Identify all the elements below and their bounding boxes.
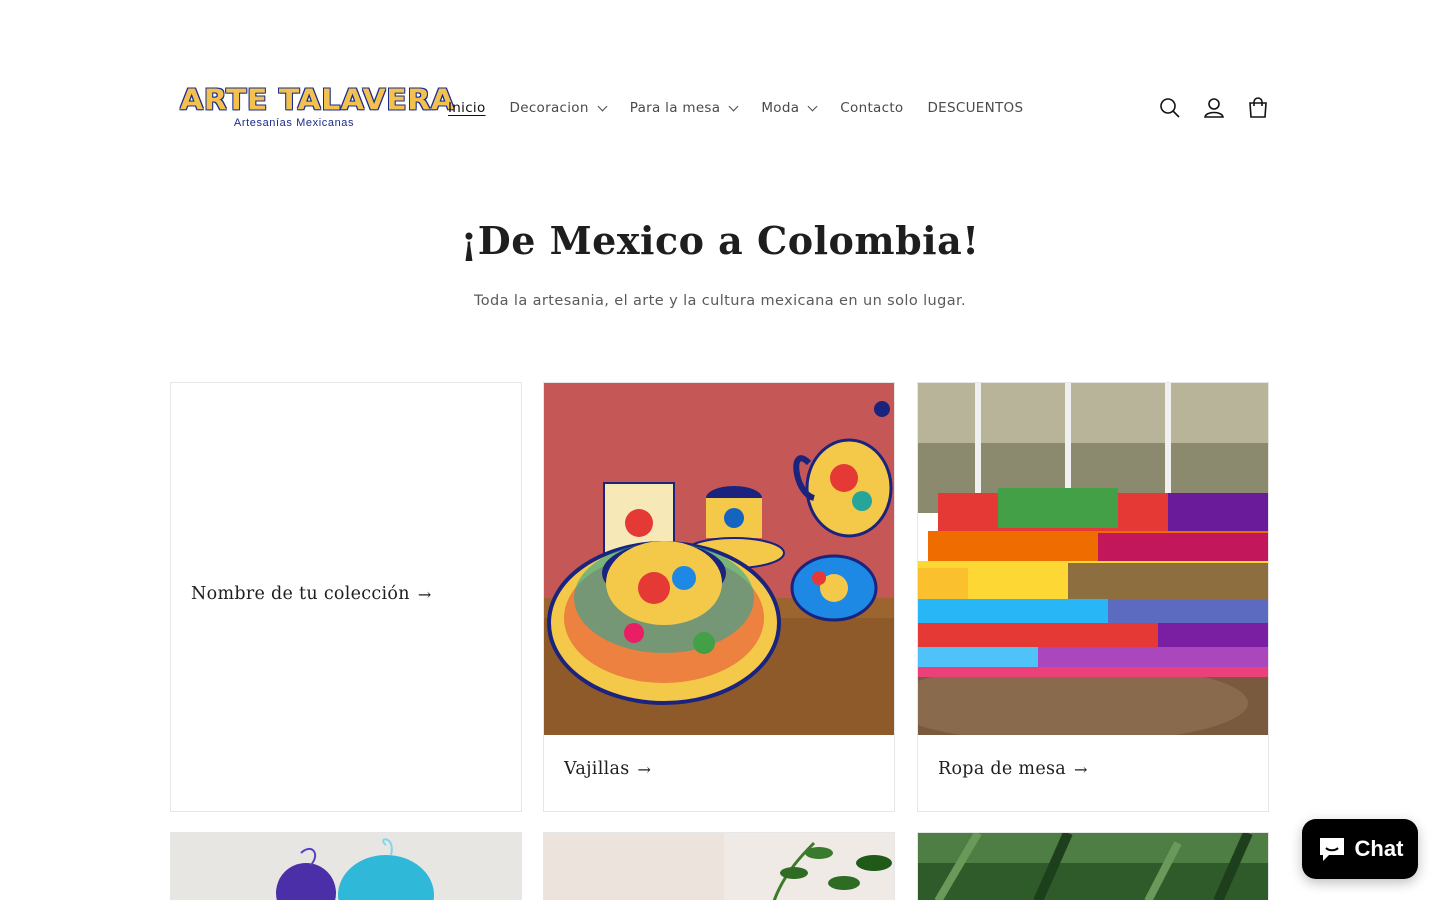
nav-label: Contacto [840,100,904,116]
chat-bubble-icon [1319,838,1344,861]
arrow-right-icon: → [637,759,652,779]
collection-title-text: Vajillas [564,759,630,779]
logo-subtitle: Artesanías Mexicanas [233,117,355,129]
collection-card[interactable] [917,832,1269,900]
collection-title-text: Ropa de mesa [938,759,1066,779]
collection-card[interactable]: Ropa de mesa → [917,382,1269,812]
page-title: ¡De Mexico a Colombia! [460,218,980,263]
nav-item-moda[interactable]: Moda [761,100,818,116]
collection-image-vidrio[interactable] [171,833,522,900]
collection-card[interactable] [170,832,522,900]
nav-label: Moda [761,100,800,116]
collection-image-vajillas[interactable] [544,383,894,735]
main-nav: Inicio Decoracion Para la mesa Moda Cont… [448,96,1047,120]
account-icon[interactable] [1202,96,1226,120]
cart-icon[interactable] [1246,96,1270,120]
collection-image-verde[interactable] [918,833,1269,900]
collection-title[interactable]: Ropa de mesa → [938,759,1088,779]
collection-card[interactable] [543,832,895,900]
collection-card[interactable]: Vajillas → [543,382,895,812]
collection-image-plantas[interactable] [544,833,895,900]
nav-label: DESCUENTOS [927,100,1024,116]
chat-button[interactable]: Chat [1302,819,1418,879]
nav-item-inicio[interactable]: Inicio [448,100,486,116]
chat-label: Chat [1354,836,1404,861]
arrow-right-icon: → [1074,759,1088,779]
collection-card[interactable]: Nombre de tu colección → [170,382,522,812]
site-header: ARTE TALAVERA Artesanías Mexicanas Inici… [170,60,1270,156]
search-icon[interactable] [1158,96,1182,120]
nav-item-decoracion[interactable]: Decoracion [509,100,608,116]
collection-title-text: Nombre de tu colección [191,584,410,604]
chevron-down-icon [728,101,739,111]
site-logo[interactable]: ARTE TALAVERA Artesanías Mexicanas [180,86,454,134]
collection-title[interactable]: Nombre de tu colección → [191,584,432,604]
chevron-down-icon [807,101,818,111]
logo-text: ARTE TALAVERA [180,83,455,118]
nav-item-para-la-mesa[interactable]: Para la mesa [629,100,739,116]
chevron-down-icon [597,101,608,111]
nav-item-contacto[interactable]: Contacto [840,100,903,116]
header-icons [1158,96,1270,120]
nav-label: Inicio [448,100,486,116]
arrow-right-icon: → [417,584,432,604]
nav-label: Para la mesa [629,100,721,116]
nav-item-descuentos[interactable]: DESCUENTOS [927,100,1023,116]
logo-wordmark: ARTE TALAVERA [180,86,454,116]
page-subtitle: Toda la artesania, el arte y la cultura … [473,293,967,309]
collection-image-ropa-de-mesa[interactable] [918,383,1268,735]
nav-label: Decoracion [509,100,589,116]
collection-title[interactable]: Vajillas → [564,759,651,779]
